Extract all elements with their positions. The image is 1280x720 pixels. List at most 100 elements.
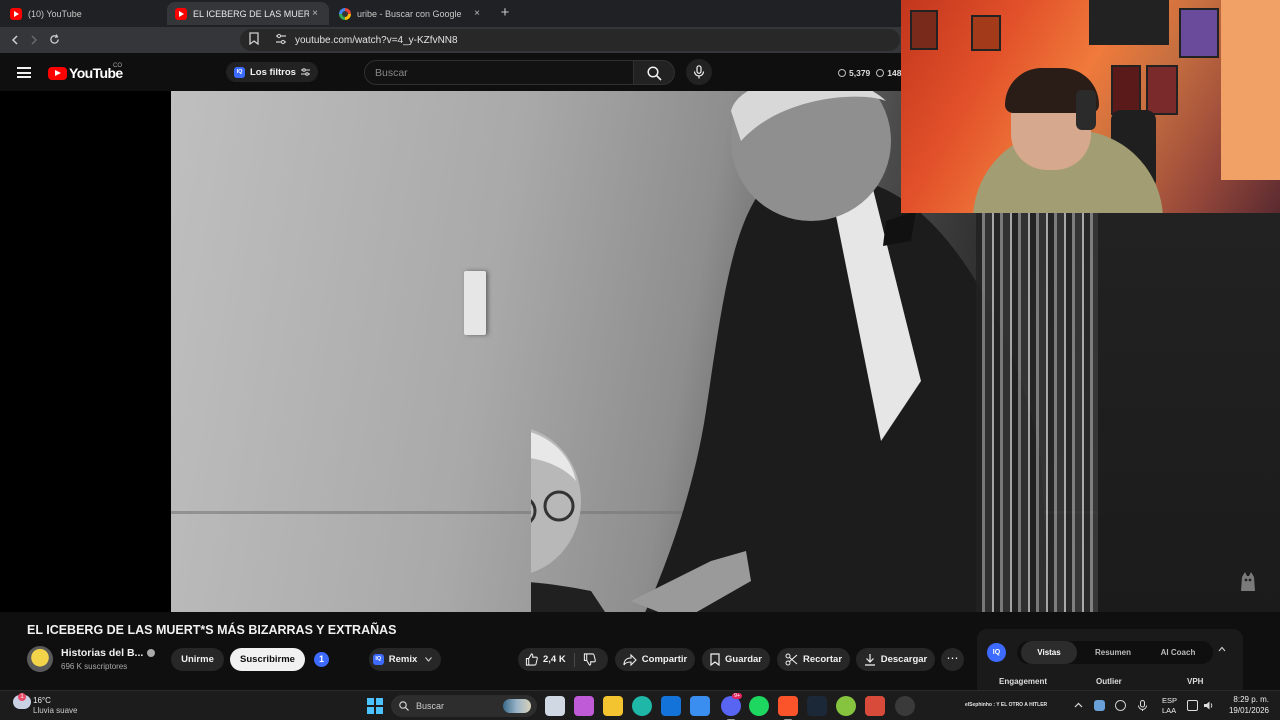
thumbs-down-icon[interactable] xyxy=(583,653,596,666)
vidiq-icon: IQ xyxy=(372,654,384,665)
site-info-icon[interactable] xyxy=(275,33,287,45)
obs-icon[interactable] xyxy=(895,696,915,716)
join-label: Unirme xyxy=(181,654,214,665)
clip-button[interactable]: Recortar xyxy=(777,648,850,671)
video-info-section: EL ICEBERG DE LAS MUERT*S MÁS BIZARRAS Y… xyxy=(0,612,1280,690)
microphone-icon[interactable] xyxy=(1137,700,1148,711)
chevron-up-icon[interactable] xyxy=(1073,700,1084,711)
tab-ai-coach[interactable]: AI Coach xyxy=(1147,641,1209,664)
vidiq-panel: IQ Vistas Resumen AI Coach Engagement Ou… xyxy=(977,629,1243,690)
tab-title: uribe - Buscar con Google xyxy=(357,8,462,19)
discord-icon[interactable]: 9+ xyxy=(721,693,743,720)
search-button[interactable] xyxy=(633,60,675,85)
onedrive-icon[interactable] xyxy=(1094,700,1105,711)
vidiq-logo-icon[interactable]: IQ xyxy=(987,643,1006,662)
back-button[interactable] xyxy=(6,31,24,49)
edge-icon[interactable] xyxy=(632,696,652,716)
subscribe-button[interactable]: Suscribirme xyxy=(230,648,305,671)
stat-other: 148 xyxy=(887,68,902,78)
volume-icon[interactable] xyxy=(1203,700,1214,711)
channel-name[interactable]: Historias del B... xyxy=(61,647,143,659)
vidiq-filters-button[interactable]: IQ Los filtros xyxy=(226,62,318,82)
reload-button[interactable] xyxy=(45,31,63,49)
thumbs-up-icon[interactable] xyxy=(525,653,538,666)
start-button[interactable] xyxy=(367,698,383,714)
microphone-icon xyxy=(693,65,705,79)
more-actions-button[interactable]: ⋯ xyxy=(941,648,964,671)
tab-vistas[interactable]: Vistas xyxy=(1021,641,1077,664)
tab-google-search[interactable]: uribe - Buscar con Google × xyxy=(331,2,491,25)
voice-search-button[interactable] xyxy=(686,59,712,85)
tab-title: EL ICEBERG DE LAS MUERT*S MÁ xyxy=(193,8,309,19)
column-vph: VPH xyxy=(1187,677,1204,686)
notification-badge[interactable]: 1 xyxy=(314,652,329,667)
like-dislike-group: 2,4 K xyxy=(518,648,608,671)
brave-icon[interactable] xyxy=(778,696,798,720)
download-icon xyxy=(864,654,875,666)
m365-icon[interactable] xyxy=(574,696,594,716)
search-box xyxy=(364,60,634,85)
light-switch-image xyxy=(464,271,486,335)
search-icon xyxy=(399,701,409,711)
search-highlight-image xyxy=(503,699,531,713)
sliders-icon xyxy=(300,68,310,76)
file-explorer-icon[interactable] xyxy=(603,696,623,716)
like-count[interactable]: 2,4 K xyxy=(543,654,566,665)
close-tab-icon[interactable]: × xyxy=(471,8,483,19)
channel-watermark-icon[interactable] xyxy=(1236,569,1260,593)
bookmark-icon[interactable] xyxy=(249,32,259,45)
language-layout[interactable]: LAA xyxy=(1162,706,1176,715)
menu-icon[interactable] xyxy=(17,67,31,78)
tab-youtube-home[interactable]: (10) YouTube xyxy=(2,2,167,25)
new-tab-button[interactable]: + xyxy=(497,5,513,21)
channel-avatar[interactable] xyxy=(27,646,53,672)
network-icon[interactable] xyxy=(1187,700,1198,711)
outlook-icon[interactable] xyxy=(661,696,681,716)
download-button[interactable]: Descargar xyxy=(856,648,935,671)
search-icon xyxy=(647,66,662,81)
google-icon xyxy=(339,7,351,20)
forward-arrow-icon xyxy=(31,35,38,45)
vidiq-remix-button[interactable]: IQ Remix xyxy=(369,648,441,671)
android-icon[interactable] xyxy=(836,696,856,716)
sync-icon[interactable] xyxy=(1115,700,1126,711)
forward-button[interactable] xyxy=(25,31,43,49)
url-text[interactable]: youtube.com/watch?v=4_y-KZfvNN8 xyxy=(295,35,458,46)
media-app-icon[interactable] xyxy=(865,696,885,716)
clock-date[interactable]: 19/01/2026 xyxy=(1226,706,1269,715)
youtube-logo[interactable]: YouTube xyxy=(48,65,123,81)
share-label: Compartir xyxy=(641,654,688,665)
discord-badge: 9+ xyxy=(732,693,743,699)
chevron-up-icon[interactable] xyxy=(1218,646,1226,652)
clock-time[interactable]: 8:29 p. m. xyxy=(1233,695,1269,704)
join-button[interactable]: Unirme xyxy=(171,648,224,671)
steam-icon[interactable] xyxy=(807,696,827,716)
tab-resumen[interactable]: Resumen xyxy=(1083,641,1143,664)
weather-description[interactable]: Lluvia suave xyxy=(33,706,77,715)
remix-label: Remix xyxy=(388,654,418,665)
close-tab-icon[interactable]: × xyxy=(309,8,321,19)
taskbar-search[interactable]: Buscar xyxy=(391,695,537,717)
share-button[interactable]: Compartir xyxy=(615,648,695,671)
column-outlier: Outlier xyxy=(1096,677,1122,686)
clip-label: Recortar xyxy=(802,654,843,665)
stream-overlay-caption: elSephinho : Y EL OTRO A HITLER xyxy=(965,702,1048,708)
weather-temperature[interactable]: 16°C xyxy=(33,696,51,705)
windows-taskbar: 1 16°C Lluvia suave Buscar 9+ elSephinho… xyxy=(0,690,1280,720)
weather-badge: 1 xyxy=(18,693,26,701)
save-label: Guardar xyxy=(725,654,762,665)
clock-icon xyxy=(838,69,846,77)
curtain-image xyxy=(976,211,1098,612)
share-icon xyxy=(623,653,637,666)
spotify-icon[interactable] xyxy=(749,696,769,716)
ms-store-icon[interactable] xyxy=(690,696,710,716)
eye-icon xyxy=(876,69,885,77)
save-button[interactable]: Guardar xyxy=(702,648,770,671)
task-view-icon[interactable] xyxy=(545,696,565,716)
search-input[interactable] xyxy=(375,66,625,80)
tab-current-video[interactable]: EL ICEBERG DE LAS MUERT*S MÁ × xyxy=(167,2,329,25)
country-code: CO xyxy=(113,63,122,69)
verified-icon xyxy=(147,649,155,657)
filters-label: Los filtros xyxy=(250,66,296,78)
language-indicator[interactable]: ESP xyxy=(1162,696,1177,705)
